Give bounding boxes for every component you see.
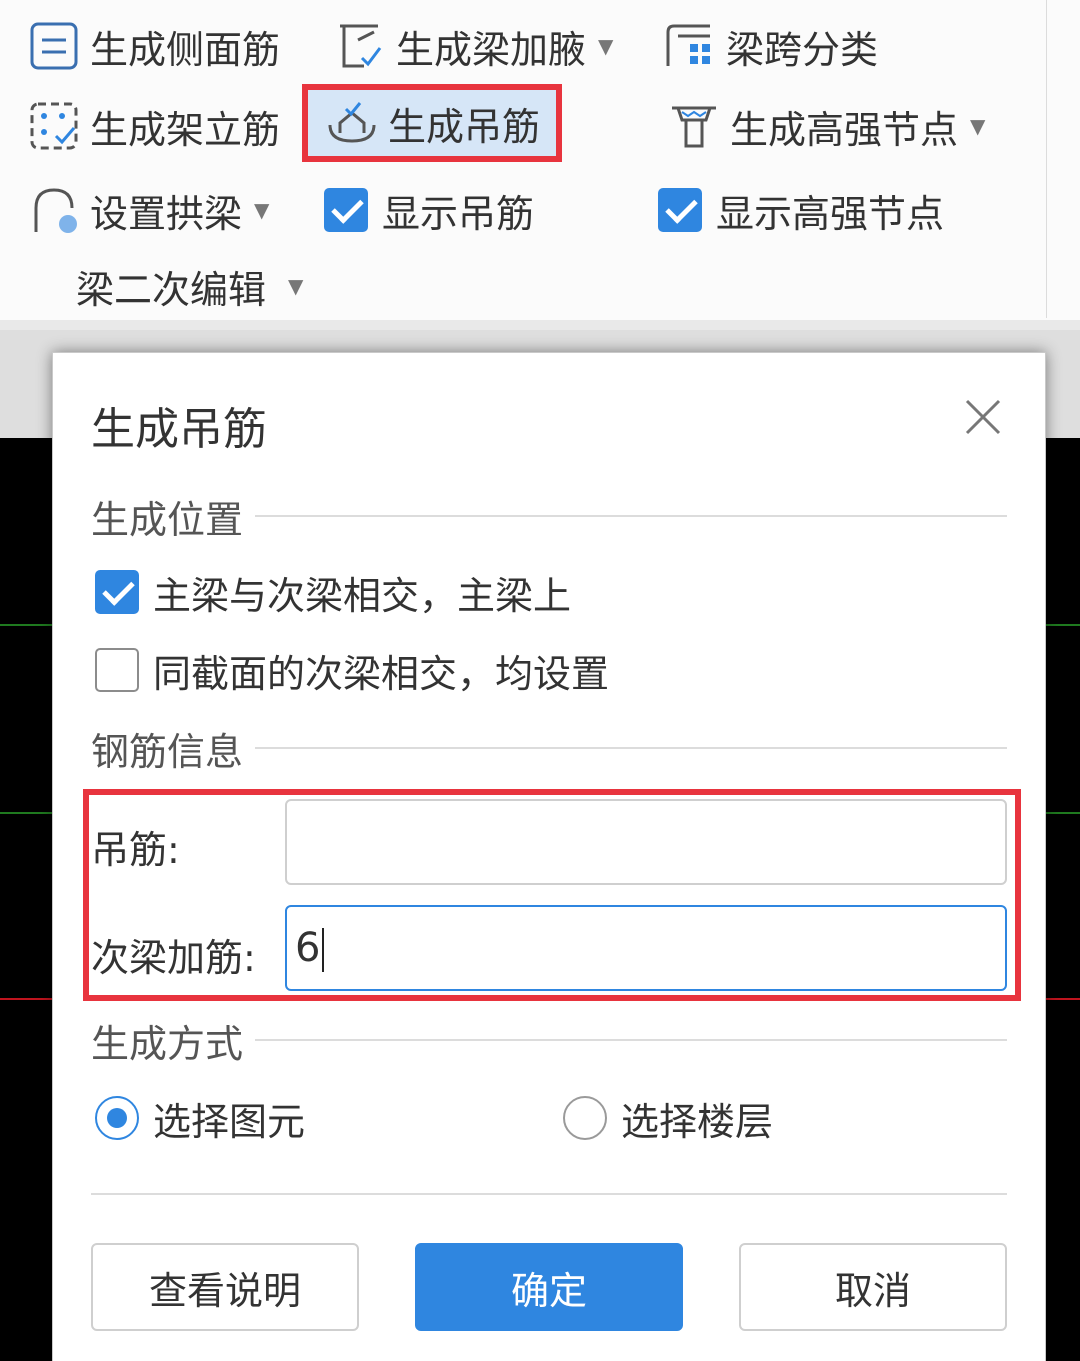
section-divider [255, 1039, 1007, 1041]
beam-secondary-edit-label: 梁二次编辑 [76, 267, 267, 312]
span-classify-label: 梁跨分类 [726, 27, 879, 72]
gen-haunch-button[interactable]: 生成梁加腋 ▼ [334, 14, 613, 78]
section-divider [255, 747, 1007, 749]
gen-side-rebar-button[interactable]: 生成侧面筋 [28, 14, 280, 78]
high-strength-joint-icon [672, 106, 716, 148]
gen-high-strength-joint-button[interactable]: 生成高强节点 ▼ [668, 94, 985, 158]
span-classify-button[interactable]: 梁跨分类 [664, 14, 878, 78]
same-section-checkbox[interactable] [95, 648, 139, 692]
chevron-down-icon: ▼ [288, 274, 304, 298]
gen-hanger-bar-label: 生成吊筋 [388, 104, 541, 149]
show-hanger-bar-checkbox[interactable] [324, 188, 368, 232]
select-element-label: 选择图元 [153, 1099, 306, 1144]
ribbon-bottom-border [0, 320, 1080, 330]
haunch-icon [340, 24, 382, 68]
show-high-strength-joint-checkbox[interactable] [658, 188, 702, 232]
gen-haunch-label: 生成梁加腋 [396, 27, 587, 72]
text-cursor [322, 928, 325, 972]
set-arch-beam-button[interactable]: 设置拱梁 ▼ [28, 178, 269, 242]
section-divider [255, 515, 1007, 517]
show-high-strength-joint-toggle[interactable]: 显示高强节点 [658, 178, 944, 242]
select-floor-label: 选择楼层 [621, 1099, 774, 1144]
close-icon[interactable] [961, 395, 1005, 439]
gen-hanger-bar-button[interactable]: 生成吊筋 [302, 84, 563, 162]
help-button[interactable]: 查看说明 [91, 1243, 359, 1331]
method-section-header: 生成方式 [91, 1015, 1007, 1066]
beam-secondary-edit-dropdown[interactable]: 梁二次编辑 ▼ [76, 254, 303, 318]
same-section-option-label: 同截面的次梁相交，均设置 [153, 651, 610, 696]
select-floor-radio[interactable] [563, 1096, 607, 1140]
select-element-radio[interactable] [95, 1096, 139, 1140]
position-section-title: 生成位置 [91, 497, 244, 542]
rebar-section-header: 钢筋信息 [91, 723, 1007, 774]
ok-button[interactable]: 确定 [415, 1243, 683, 1331]
main-beam-checkbox[interactable] [95, 570, 139, 614]
secondary-field-label: 次梁加筋: [91, 936, 256, 980]
side-rebar-icon [30, 22, 78, 70]
rebar-section-title: 钢筋信息 [91, 729, 244, 774]
dialog-title: 生成吊筋 [91, 404, 267, 455]
position-section-header: 生成位置 [91, 491, 1007, 542]
secondary-input-value: 6 [295, 925, 321, 971]
show-hanger-bar-label: 显示吊筋 [382, 191, 535, 236]
hanger-input[interactable] [285, 799, 1007, 885]
erection-bar-icon [30, 102, 78, 150]
span-classify-icon [666, 24, 710, 66]
main-beam-option-label: 主梁与次梁相交，主梁上 [153, 573, 572, 618]
gen-erection-bar-label: 生成架立筋 [90, 107, 281, 152]
select-element-radio-option[interactable]: 选择图元 [95, 1093, 306, 1144]
gen-side-rebar-label: 生成侧面筋 [90, 27, 281, 72]
hanger-field-label: 吊筋: [91, 828, 180, 872]
show-hanger-bar-toggle[interactable]: 显示吊筋 [324, 178, 534, 242]
secondary-rebar-input[interactable]: 6 [285, 905, 1007, 991]
chevron-down-icon[interactable]: ▼ [598, 34, 613, 58]
arch-beam-icon [34, 188, 77, 233]
ribbon-separator [1046, 0, 1047, 318]
ribbon-toolbar: 生成侧面筋 生成梁加腋 ▼ 梁跨分类 生成架立筋 生成吊筋 生成高强节点 ▼ 设… [0, 0, 1080, 330]
chevron-down-icon[interactable]: ▼ [254, 198, 269, 222]
chevron-down-icon[interactable]: ▼ [970, 114, 985, 138]
gen-high-strength-joint-label: 生成高强节点 [730, 107, 959, 152]
set-arch-beam-label: 设置拱梁 [90, 191, 243, 236]
generate-hanger-bar-dialog: 生成吊筋 生成位置 主梁与次梁相交，主梁上 同截面的次梁相交，均设置 钢筋信息 … [52, 352, 1046, 1361]
show-high-strength-joint-label: 显示高强节点 [716, 191, 945, 236]
select-floor-radio-option[interactable]: 选择楼层 [563, 1093, 774, 1144]
main-beam-option[interactable]: 主梁与次梁相交，主梁上 [95, 567, 572, 618]
footer-divider [91, 1193, 1007, 1195]
cancel-button[interactable]: 取消 [739, 1243, 1007, 1331]
hanger-bar-icon [328, 102, 376, 143]
gen-erection-bar-button[interactable]: 生成架立筋 [28, 94, 280, 158]
same-section-option[interactable]: 同截面的次梁相交，均设置 [95, 645, 610, 696]
method-section-title: 生成方式 [91, 1021, 244, 1066]
